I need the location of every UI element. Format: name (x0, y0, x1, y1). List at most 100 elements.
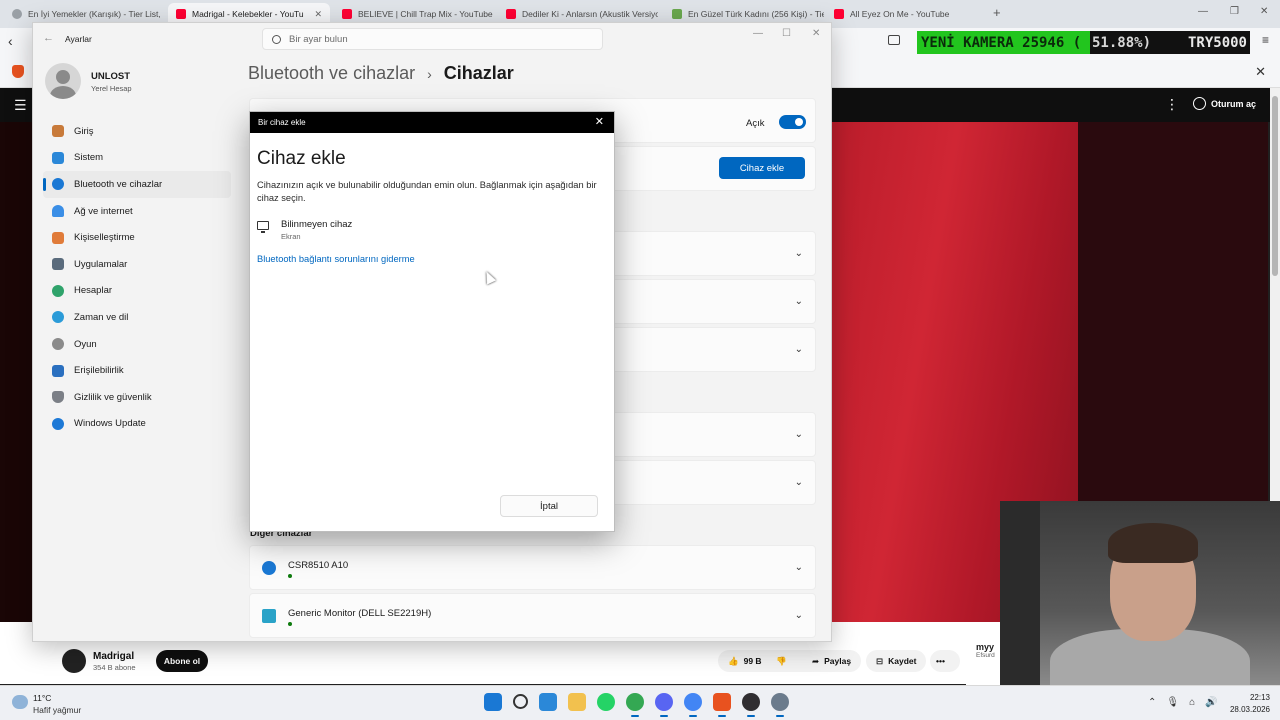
back-arrow-icon[interactable]: ← (43, 32, 54, 44)
found-device-type: Ekran (281, 232, 301, 241)
save-button[interactable]: ⊟ Kaydet (866, 650, 927, 672)
microphone-icon[interactable]: 🎙 (1166, 697, 1179, 708)
sidebar-item-personalization[interactable]: Kişiselleştirme (43, 224, 231, 251)
chevron-down-icon[interactable]: ⌄ (795, 562, 803, 573)
more-actions-button[interactable]: ••• (930, 650, 960, 672)
gamepad-icon (52, 338, 64, 351)
menu-icon[interactable]: ≡ (1262, 33, 1269, 47)
network-icon[interactable]: ⌂ (1189, 697, 1195, 708)
sidebar-item-label: Bluetooth ve cihazlar (74, 178, 163, 190)
currency-amount: TRY5000 (1187, 34, 1247, 51)
new-tab-button[interactable]: + (993, 5, 1001, 20)
weather-cloud-icon[interactable] (12, 695, 28, 709)
channel-subscribers: 354 B abone (93, 663, 136, 672)
breadcrumb-parent[interactable]: Bluetooth ve cihazlar (248, 63, 415, 84)
minimize-icon[interactable]: — (1198, 6, 1208, 17)
sidebar-item-windows-update[interactable]: Windows Update (43, 411, 231, 438)
chevron-down-icon[interactable]: ⌄ (795, 610, 803, 621)
maximize-icon[interactable]: ❐ (1230, 6, 1239, 17)
settings-icon[interactable] (771, 693, 789, 717)
device-row[interactable]: Generic Monitor (DELL SE2219H) ⌄ (249, 593, 816, 638)
hamburger-menu-icon[interactable]: ☰ (14, 97, 27, 114)
tab-title: All Eyez On Me - YouTube (850, 9, 950, 19)
sidebar-item-system[interactable]: Sistem (43, 145, 231, 172)
chevron-down-icon[interactable]: ⌄ (795, 248, 803, 259)
back-icon[interactable]: ‹ (8, 33, 13, 49)
store-icon[interactable] (539, 693, 557, 711)
troubleshoot-link[interactable]: Bluetooth bağlantı sorunlarını giderme (257, 254, 415, 264)
share-label: Paylaş (824, 656, 852, 666)
account-icon (1193, 97, 1206, 110)
sidebar-item-home[interactable]: Giriş (43, 118, 231, 145)
search-icon[interactable] (513, 694, 528, 709)
brush-icon (52, 231, 64, 244)
add-device-button[interactable]: Cihaz ekle (719, 157, 805, 179)
brave-icon[interactable] (713, 693, 731, 717)
more-options-icon[interactable]: ⋮ (1165, 96, 1179, 113)
close-window-icon[interactable]: ✕ (1260, 6, 1268, 17)
breadcrumb-separator: › (427, 66, 432, 82)
close-icon[interactable]: ✕ (595, 115, 604, 128)
brave-shield-icon[interactable] (12, 65, 24, 78)
tier-list-icon (672, 9, 682, 19)
like-count: 99 B (743, 656, 762, 666)
dislike-button[interactable]: 👎 (766, 650, 798, 672)
sidebar-item-network[interactable]: Ağ ve internet (43, 198, 231, 225)
home-icon (52, 125, 64, 138)
sidebar-item-accounts[interactable]: Hesaplar (43, 278, 231, 305)
sidebar-item-time-language[interactable]: Zaman ve dil (43, 304, 231, 331)
file-explorer-icon[interactable] (568, 693, 586, 711)
sidebar-item-bluetooth[interactable]: Bluetooth ve cihazlar (43, 171, 231, 198)
tab-favicon-icon (12, 9, 22, 19)
cast-icon[interactable] (888, 35, 900, 45)
close-icon[interactable]: ✕ (1255, 64, 1266, 80)
dialog-heading: Cihaz ekle (257, 148, 346, 169)
close-tab-icon[interactable]: ✕ (314, 9, 322, 20)
start-icon[interactable] (484, 693, 502, 711)
scrollbar-thumb[interactable] (1272, 96, 1278, 276)
share-button[interactable]: ➦ Paylaş (802, 650, 862, 672)
close-icon[interactable]: ✕ (812, 28, 820, 39)
camera-goal: YENİ KAMERA 25946 ( (917, 31, 1090, 54)
bluetooth-toggle[interactable] (779, 115, 806, 129)
minimize-icon[interactable]: — (753, 28, 763, 39)
subscribe-button[interactable]: Abone ol (156, 650, 208, 672)
discord-icon[interactable] (655, 693, 673, 717)
sidebar-item-accessibility[interactable]: Erişilebilirlik (43, 357, 231, 384)
device-name: Generic Monitor (DELL SE2219H) (288, 608, 432, 619)
sidebar-item-gaming[interactable]: Oyun (43, 331, 231, 358)
update-icon (52, 417, 64, 430)
maximize-icon[interactable]: ☐ (782, 28, 791, 39)
chrome-icon[interactable] (626, 693, 644, 717)
settings-app-title: Ayarlar (65, 34, 92, 44)
channel-name[interactable]: Madrigal (93, 651, 134, 662)
sidebar-item-label: Sistem (74, 152, 104, 164)
chrome-profile-icon[interactable] (684, 693, 702, 717)
settings-search-input[interactable]: Bir ayar bulun (262, 28, 603, 50)
add-device-dialog: Bir cihaz ekle ✕ Cihaz ekle Cihazınızın … (249, 111, 615, 532)
sidebar-item-label: Ağ ve internet (74, 205, 133, 217)
volume-icon[interactable]: 🔊 (1205, 697, 1217, 708)
chevron-down-icon[interactable]: ⌄ (795, 344, 803, 355)
sidebar-item-apps[interactable]: Uygulamalar (43, 251, 231, 278)
obs-icon[interactable] (742, 693, 760, 717)
clock-time[interactable]: 22:13 (1230, 693, 1270, 702)
sidebar-item-label: Kişiselleştirme (74, 232, 135, 244)
browser-tab[interactable]: All Eyez On Me - YouTube (826, 3, 986, 25)
chevron-up-icon[interactable]: ⌃ (1148, 697, 1156, 708)
found-device-name[interactable]: Bilinmeyen cihaz (281, 219, 352, 230)
sign-in-button[interactable]: Oturum aç (1193, 97, 1256, 110)
device-row[interactable]: CSR8510 A10 ⌄ (249, 545, 816, 590)
sidebar-item-privacy[interactable]: Gizlilik ve güvenlik (43, 384, 231, 411)
chevron-down-icon[interactable]: ⌄ (795, 296, 803, 307)
channel-avatar[interactable] (62, 649, 86, 673)
whatsapp-icon[interactable] (597, 693, 615, 711)
chevron-down-icon[interactable]: ⌄ (795, 477, 803, 488)
monitor-icon (257, 221, 269, 233)
chevron-down-icon[interactable]: ⌄ (795, 429, 803, 440)
profile-name: UNLOST (91, 71, 131, 82)
camera-percent: 51.88%) (1092, 34, 1152, 51)
clock-date[interactable]: 28.03.2026 (1218, 705, 1270, 714)
cancel-button[interactable]: İptal (500, 495, 598, 517)
profile-avatar[interactable] (45, 63, 81, 99)
